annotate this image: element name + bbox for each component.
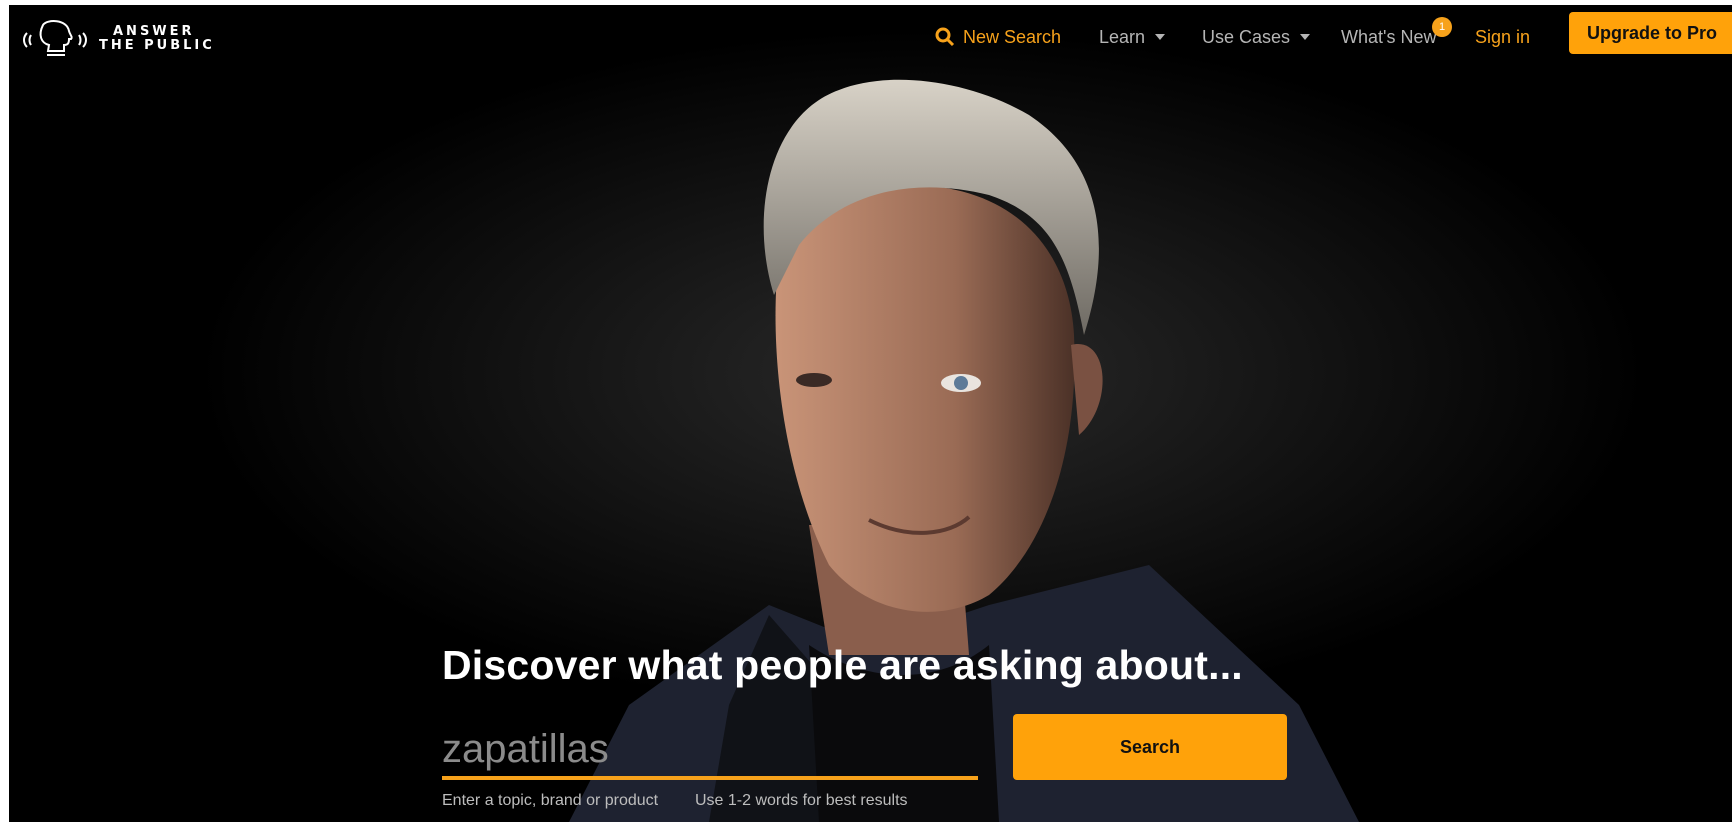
hero-section: ANSWER THE PUBLIC New Search Learn Use C… — [9, 5, 1732, 822]
chevron-down-icon — [1155, 34, 1166, 40]
logo-icon — [23, 20, 87, 56]
logo[interactable]: ANSWER THE PUBLIC — [21, 17, 215, 61]
top-navigation: ANSWER THE PUBLIC New Search Learn Use C… — [9, 5, 1732, 69]
whats-new-label: What's New — [1341, 26, 1437, 47]
logo-line-2: THE PUBLIC — [99, 38, 215, 53]
sign-in-label: Sign in — [1475, 26, 1531, 47]
hero-headline: Discover what people are asking about... — [442, 642, 1243, 688]
notification-badge: 1 — [1432, 17, 1452, 37]
upgrade-button[interactable]: Upgrade to Pro — [1569, 12, 1732, 54]
hero-portrait — [9, 5, 1732, 822]
logo-text: ANSWER THE PUBLIC — [99, 25, 215, 53]
logo-line-1: ANSWER — [113, 24, 195, 39]
sign-in-link[interactable]: Sign in — [1475, 5, 1530, 69]
whats-new-link[interactable]: What's New — [1341, 5, 1436, 69]
learn-label: Learn — [1099, 26, 1146, 47]
new-search-link[interactable]: New Search — [935, 5, 1061, 69]
search-hint-words: Use 1-2 words for best results — [695, 792, 908, 809]
search-button[interactable]: Search — [1013, 714, 1287, 780]
chevron-down-icon — [1300, 34, 1311, 40]
use-cases-menu[interactable]: Use Cases — [1202, 5, 1311, 69]
learn-menu[interactable]: Learn — [1099, 5, 1166, 69]
search-input[interactable] — [442, 722, 978, 780]
new-search-label: New Search — [963, 26, 1062, 47]
search-icon — [935, 27, 955, 47]
search-hint-topic: Enter a topic, brand or product — [442, 792, 659, 809]
use-cases-label: Use Cases — [1202, 26, 1291, 47]
